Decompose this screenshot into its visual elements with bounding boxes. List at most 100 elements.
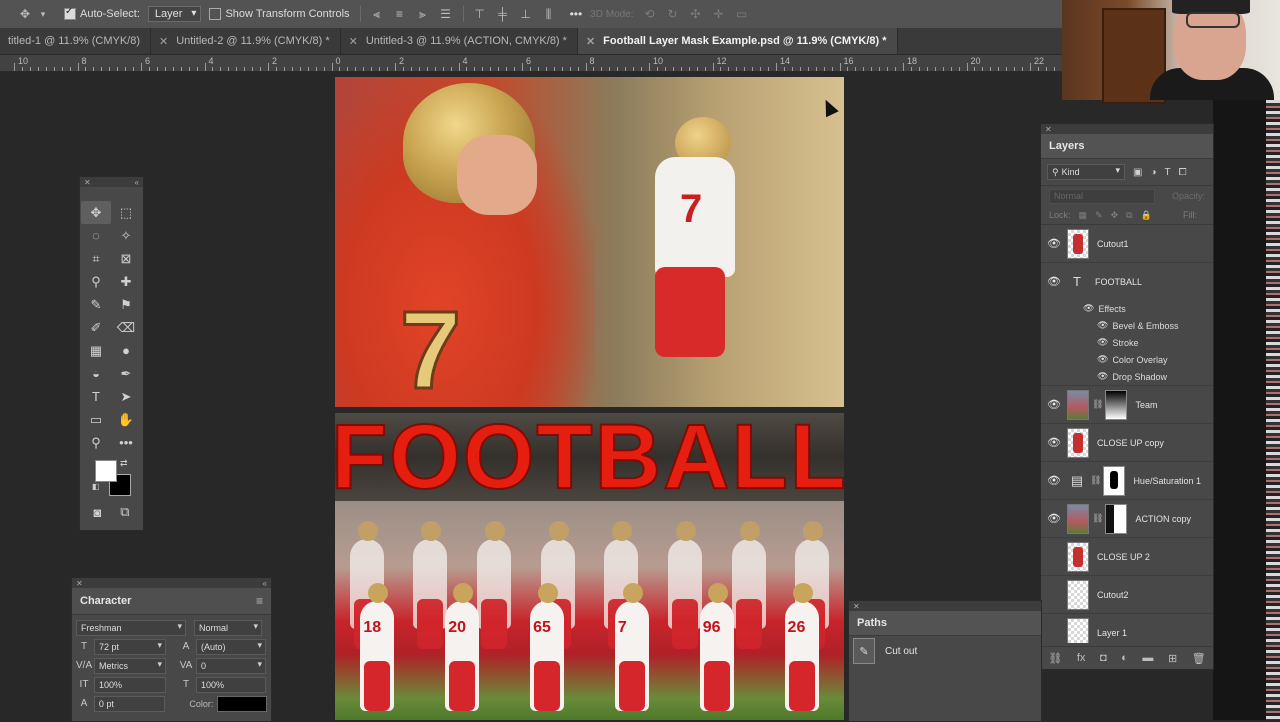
blur-tool-icon[interactable]: ● (111, 339, 141, 362)
visibility-eye-icon[interactable]: 👁 (1041, 626, 1067, 639)
visibility-eye-icon[interactable]: 👁 (1041, 275, 1067, 288)
type-filter-icon[interactable]: T (1165, 167, 1171, 178)
gradient-tool-icon[interactable]: ▦ (81, 339, 111, 362)
auto-select-target-dropdown[interactable]: Layer (148, 6, 202, 22)
layer-row[interactable]: 👁 CLOSE UP copy (1041, 424, 1213, 462)
auto-select-checkbox[interactable]: Auto-Select: (64, 8, 140, 20)
healing-brush-tool-icon[interactable]: ✚ (111, 270, 141, 293)
eraser-tool-icon[interactable]: ⌫ (111, 316, 141, 339)
type-tool-icon[interactable]: T (81, 385, 111, 408)
orbit-3d-icon[interactable]: ⟲ (643, 7, 657, 21)
close-icon[interactable]: ✕ (853, 602, 860, 611)
eyedropper-tool-icon[interactable]: ⚲ (81, 270, 111, 293)
move-tool-icon[interactable]: ✥ (81, 201, 111, 224)
tab-untitled-2[interactable]: ✕ Untitled-2 @ 11.9% (CMYK/8) * (151, 28, 341, 54)
swap-colors-icon[interactable]: ⇄ (120, 458, 128, 469)
horizontal-ruler[interactable]: 1086420246810121416182022 (0, 55, 1062, 72)
zoom-tool-icon[interactable]: ⚲ (81, 431, 111, 454)
align-left-icon[interactable]: ⫷ (370, 7, 384, 21)
layer-row[interactable]: 👁 ▤ ⛓ Hue/Saturation 1 (1041, 462, 1213, 500)
vertical-scale-field[interactable]: 100% (94, 677, 166, 693)
lasso-tool-icon[interactable]: ◌ (81, 224, 111, 247)
foreground-color-swatch[interactable] (95, 460, 117, 482)
add-mask-icon[interactable]: ◘ (1100, 652, 1107, 664)
image-filter-icon[interactable]: ▣ (1133, 167, 1142, 178)
brush-tool-icon[interactable]: ✎ (81, 293, 111, 316)
layer-row[interactable]: 👁 CLOSE UP 2 (1041, 538, 1213, 576)
close-icon[interactable]: ✕ (76, 579, 83, 588)
effect-row[interactable]: 👁Color Overlay (1083, 351, 1213, 368)
show-transform-check[interactable] (209, 8, 221, 20)
rectangle-tool-icon[interactable]: ▭ (81, 408, 111, 431)
magic-wand-tool-icon[interactable]: ✧ (111, 224, 141, 247)
chain-link-icon[interactable]: ⛓ (1092, 513, 1103, 524)
visibility-eye-icon[interactable]: 👁 (1041, 550, 1067, 563)
visibility-eye-icon[interactable]: 👁 (1097, 337, 1108, 348)
lock-artboard-icon[interactable]: ⧉ (1126, 210, 1132, 221)
show-transform-checkbox[interactable]: Show Transform Controls (209, 8, 349, 20)
chain-link-icon[interactable]: ⛓ (1090, 475, 1101, 486)
tab-untitled-1[interactable]: titled-1 @ 11.9% (CMYK/8) (0, 28, 151, 54)
panel-grip[interactable]: ✕« (80, 177, 143, 187)
align-bottom-icon[interactable]: ⊥ (519, 7, 533, 21)
close-icon[interactable]: ✕ (1045, 125, 1052, 134)
path-selection-tool-icon[interactable]: ➤ (111, 385, 141, 408)
quick-mask-icon[interactable]: ◙ (93, 504, 101, 520)
new-layer-icon[interactable]: ⊞ (1168, 652, 1177, 665)
close-icon[interactable]: ✕ (84, 178, 91, 187)
drag-3d-icon[interactable]: ✣ (689, 7, 703, 21)
visibility-eye-icon[interactable]: 👁 (1097, 371, 1108, 382)
effect-row[interactable]: 👁Stroke (1083, 334, 1213, 351)
filter-kind-dropdown[interactable]: ⚲Kind (1047, 164, 1125, 180)
effect-row[interactable]: 👁Bevel & Emboss (1083, 317, 1213, 334)
layer-mask-thumbnail[interactable] (1105, 504, 1127, 534)
effects-row[interactable]: 👁Effects (1083, 300, 1213, 317)
font-family-dropdown[interactable]: Freshman (76, 620, 186, 636)
layer-row[interactable]: 👁 Cutout1 (1041, 225, 1213, 263)
visibility-eye-icon[interactable]: 👁 (1041, 237, 1067, 250)
adjustment-layer-icon[interactable]: ◐ (1121, 652, 1128, 664)
layer-mask-thumbnail[interactable] (1105, 390, 1127, 420)
panel-grip[interactable]: ✕ (849, 601, 1041, 611)
leading-field[interactable]: (Auto) (196, 639, 266, 655)
layer-row[interactable]: 👁 ⛓ ACTION copy (1041, 500, 1213, 538)
document-canvas[interactable]: 7 7 FOOTBALL 18 20 65 7 96 26 (335, 77, 844, 720)
link-layers-icon[interactable]: ⛓ (1048, 652, 1062, 665)
font-size-field[interactable]: 72 pt (94, 639, 166, 655)
default-colors-icon[interactable]: ◧ (92, 482, 100, 491)
layer-row[interactable]: 👁 ⛓ Team (1041, 386, 1213, 424)
screen-mode-icon[interactable]: ⧉ (120, 504, 129, 520)
tab-untitled-3[interactable]: ✕ Untitled-3 @ 11.9% (ACTION, CMYK/8) * (341, 28, 578, 54)
align-right-icon[interactable]: ⫸ (416, 7, 430, 21)
tab-football-layer-mask[interactable]: ✕ Football Layer Mask Example.psd @ 11.9… (578, 28, 898, 54)
shape-filter-icon[interactable]: ⧠ (1179, 167, 1187, 178)
marquee-tool-icon[interactable]: ⬚ (111, 201, 141, 224)
lock-all-icon[interactable]: 🔒 (1141, 210, 1152, 221)
more-tools-icon[interactable]: ••• (111, 431, 141, 454)
close-icon[interactable]: ✕ (586, 35, 595, 48)
visibility-eye-icon[interactable]: 👁 (1041, 474, 1067, 487)
layer-row[interactable]: 👁 Layer 1 (1041, 614, 1213, 643)
panel-title[interactable]: Layers (1049, 140, 1084, 152)
visibility-eye-icon[interactable]: 👁 (1041, 436, 1067, 449)
horizontal-scale-field[interactable]: 100% (196, 677, 266, 693)
crop-tool-icon[interactable]: ⌗ (81, 247, 111, 270)
pen-tool-icon[interactable]: ✒ (111, 362, 141, 385)
visibility-eye-icon[interactable]: 👁 (1041, 512, 1067, 525)
dodge-tool-icon[interactable]: ◒ (81, 362, 111, 385)
close-icon[interactable]: ✕ (349, 35, 358, 48)
visibility-eye-icon[interactable]: 👁 (1097, 354, 1108, 365)
close-icon[interactable]: ✕ (159, 35, 168, 48)
visibility-eye-icon[interactable]: 👁 (1041, 398, 1067, 411)
frame-tool-icon[interactable]: ⊠ (111, 247, 141, 270)
align-middle-icon[interactable]: ╪ (496, 7, 510, 21)
kerning-field[interactable]: Metrics (94, 658, 166, 674)
layer-row[interactable]: 👁 Cutout2 (1041, 576, 1213, 614)
adjustment-filter-icon[interactable]: ◑ (1150, 167, 1156, 178)
move-tool-icon[interactable]: ✥ (18, 7, 32, 21)
camera-3d-icon[interactable]: ▭ (735, 7, 749, 21)
distribute-vertical-icon[interactable]: ⫼ (542, 7, 556, 21)
group-folder-icon[interactable]: ▬ (1142, 652, 1153, 664)
align-top-icon[interactable]: ⊤ (473, 7, 487, 21)
tracking-field[interactable]: 0 (196, 658, 266, 674)
